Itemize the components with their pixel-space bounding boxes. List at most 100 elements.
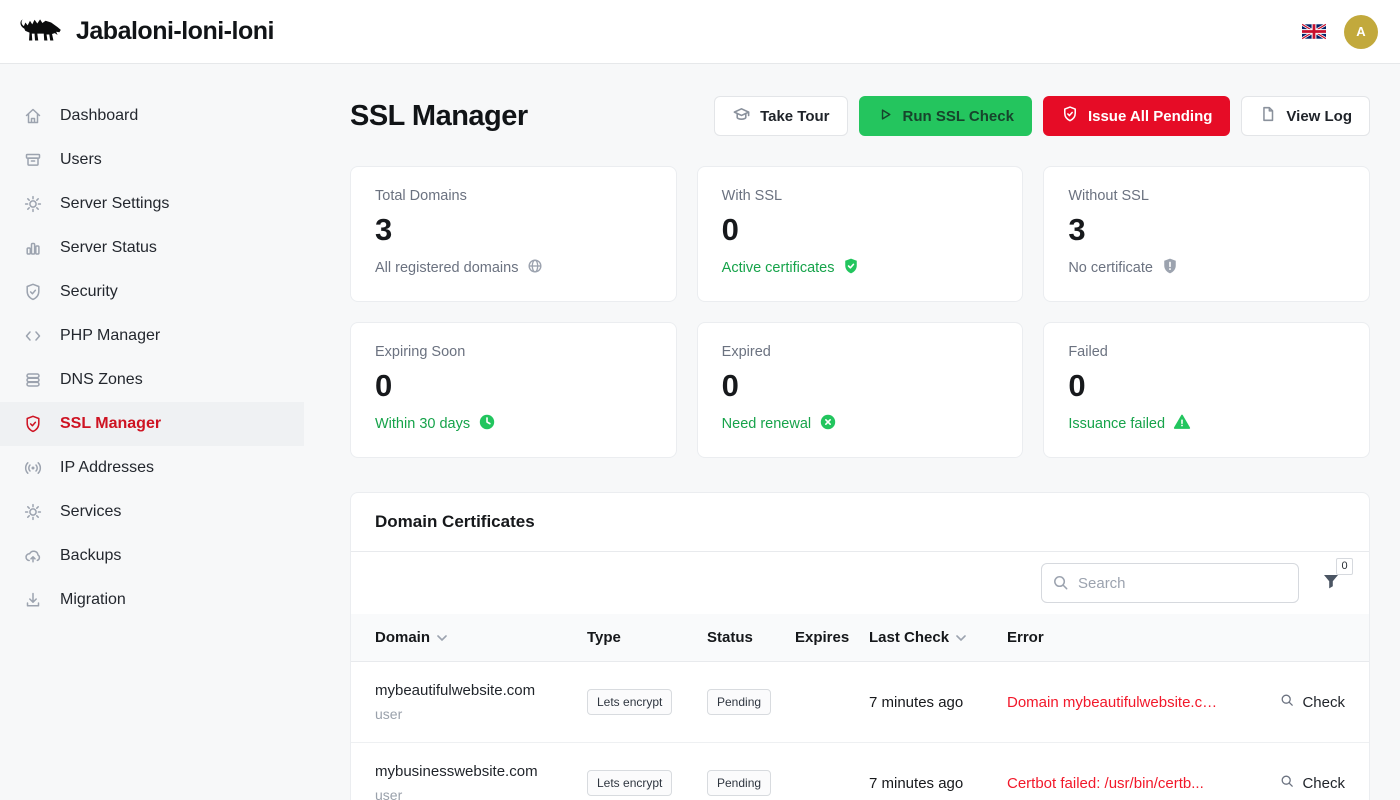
- sidebar-item-label: Dashboard: [60, 107, 138, 125]
- column-header-status[interactable]: Status: [707, 629, 795, 646]
- sidebar-item-label: PHP Manager: [60, 327, 160, 345]
- table-row: mybeautifulwebsite.com user Lets encrypt…: [351, 662, 1369, 743]
- check-label: Check: [1302, 694, 1345, 711]
- chevron-down-icon: [437, 629, 447, 646]
- status-badge: Pending: [707, 770, 771, 796]
- sidebar-item-php-manager[interactable]: PHP Manager: [0, 314, 304, 358]
- take-tour-label: Take Tour: [760, 108, 829, 125]
- topbar: Jabaloni-loni-loni A: [0, 0, 1400, 64]
- column-header-expires[interactable]: Expires: [795, 629, 869, 646]
- stat-sublabel: Issuance failed: [1068, 416, 1165, 432]
- column-header-domain[interactable]: Domain: [375, 629, 587, 646]
- sidebar-item-dns-zones[interactable]: DNS Zones: [0, 358, 304, 402]
- view-log-label: View Log: [1286, 108, 1352, 125]
- x-circle-badge-icon: [819, 413, 837, 435]
- page-actions: Take Tour Run SSL Check Issue All Pendin…: [714, 96, 1370, 136]
- stat-card-failed: Failed 0 Issuance failed: [1043, 322, 1370, 458]
- stat-value: 0: [1068, 369, 1345, 403]
- broadcast-icon: [22, 457, 44, 479]
- stat-value: 3: [375, 213, 652, 247]
- column-header-type[interactable]: Type: [587, 629, 707, 646]
- stat-sublabel: Active certificates: [722, 260, 835, 276]
- stat-value: 0: [375, 369, 652, 403]
- brand[interactable]: Jabaloni-loni-loni: [18, 12, 274, 51]
- home-icon: [22, 105, 44, 127]
- sidebar-item-security[interactable]: Security: [0, 270, 304, 314]
- sidebar-item-services[interactable]: Services: [0, 490, 304, 534]
- stat-value: 0: [722, 213, 999, 247]
- issue-all-pending-label: Issue All Pending: [1088, 108, 1212, 125]
- sidebar-item-label: Services: [60, 503, 121, 521]
- sidebar: Dashboard Users Server Settings Server S…: [0, 64, 304, 800]
- filter-button[interactable]: 0: [1321, 571, 1341, 596]
- type-badge: Lets encrypt: [587, 770, 672, 796]
- filter-count-badge: 0: [1336, 558, 1353, 575]
- stat-sublabel: Need renewal: [722, 416, 811, 432]
- sidebar-item-server-status[interactable]: Server Status: [0, 226, 304, 270]
- filter-funnel-icon: [1321, 578, 1341, 595]
- stat-label: Total Domains: [375, 188, 652, 204]
- page-title: SSL Manager: [350, 100, 528, 133]
- stat-sublabel: All registered domains: [375, 260, 518, 276]
- search-input[interactable]: [1041, 563, 1299, 603]
- language-flag-uk-icon[interactable]: [1302, 23, 1326, 40]
- error-cell: Certbot failed: /usr/bin/certb...: [1007, 775, 1241, 792]
- check-button[interactable]: Check: [1241, 692, 1345, 712]
- stat-label: Failed: [1068, 344, 1345, 360]
- domain-user: user: [375, 706, 587, 722]
- sidebar-item-label: Users: [60, 151, 102, 169]
- panel-title: Domain Certificates: [375, 512, 1345, 532]
- domain-name[interactable]: mybeautifulwebsite.com: [375, 682, 587, 699]
- take-tour-button[interactable]: Take Tour: [714, 96, 847, 136]
- domain-certificates-panel: Domain Certificates 0 Domain Type Sta: [350, 492, 1370, 800]
- status-badge: Pending: [707, 689, 771, 715]
- stat-label: Expired: [722, 344, 999, 360]
- sidebar-item-label: Migration: [60, 591, 126, 609]
- sidebar-item-ip-addresses[interactable]: IP Addresses: [0, 446, 304, 490]
- server-icon: [22, 369, 44, 391]
- sidebar-item-backups[interactable]: Backups: [0, 534, 304, 578]
- type-badge: Lets encrypt: [587, 689, 672, 715]
- sidebar-item-label: Server Status: [60, 239, 157, 257]
- stat-card-total-domains: Total Domains 3 All registered domains: [350, 166, 677, 302]
- stat-card-without-ssl: Without SSL 3 No certificate: [1043, 166, 1370, 302]
- check-label: Check: [1302, 775, 1345, 792]
- sidebar-item-server-settings[interactable]: Server Settings: [0, 182, 304, 226]
- main-content: SSL Manager Take Tour Run SSL Check Issu…: [304, 64, 1400, 800]
- stat-label: Without SSL: [1068, 188, 1345, 204]
- domain-name[interactable]: mybusinesswebsite.com: [375, 763, 587, 780]
- app-title: Jabaloni-loni-loni: [76, 17, 274, 46]
- sidebar-item-label: DNS Zones: [60, 371, 143, 389]
- view-log-button[interactable]: View Log: [1241, 96, 1370, 136]
- column-header-last-check[interactable]: Last Check: [869, 629, 1007, 646]
- run-ssl-check-button[interactable]: Run SSL Check: [859, 96, 1032, 136]
- stat-label: Expiring Soon: [375, 344, 652, 360]
- cloud-upload-icon: [22, 545, 44, 567]
- sidebar-item-ssl-manager[interactable]: SSL Manager: [0, 402, 304, 446]
- boar-logo-icon: [18, 12, 64, 51]
- error-cell: Domain mybeautifulwebsite.com...: [1007, 694, 1241, 711]
- gear-icon: [22, 501, 44, 523]
- stat-cards: Total Domains 3 All registered domains W…: [350, 166, 1370, 458]
- chevron-down-icon: [956, 629, 966, 646]
- search-icon: [1279, 692, 1295, 712]
- column-header-error[interactable]: Error: [1007, 629, 1241, 646]
- stat-label: With SSL: [722, 188, 999, 204]
- globe-icon: [526, 257, 544, 279]
- last-check-cell: 7 minutes ago: [869, 694, 1007, 711]
- check-button[interactable]: Check: [1241, 773, 1345, 793]
- sidebar-item-dashboard[interactable]: Dashboard: [0, 94, 304, 138]
- stat-card-expired: Expired 0 Need renewal: [697, 322, 1024, 458]
- sidebar-item-users[interactable]: Users: [0, 138, 304, 182]
- issue-all-pending-button[interactable]: Issue All Pending: [1043, 96, 1230, 136]
- sidebar-item-migration[interactable]: Migration: [0, 578, 304, 622]
- sidebar-item-label: IP Addresses: [60, 459, 154, 477]
- document-icon: [1259, 105, 1277, 127]
- stat-value: 0: [722, 369, 999, 403]
- search-box: [1041, 563, 1299, 603]
- play-icon: [877, 106, 894, 127]
- shield-check-badge-icon: [842, 257, 860, 279]
- stat-sublabel: No certificate: [1068, 260, 1153, 276]
- download-icon: [22, 589, 44, 611]
- user-avatar[interactable]: A: [1344, 15, 1378, 49]
